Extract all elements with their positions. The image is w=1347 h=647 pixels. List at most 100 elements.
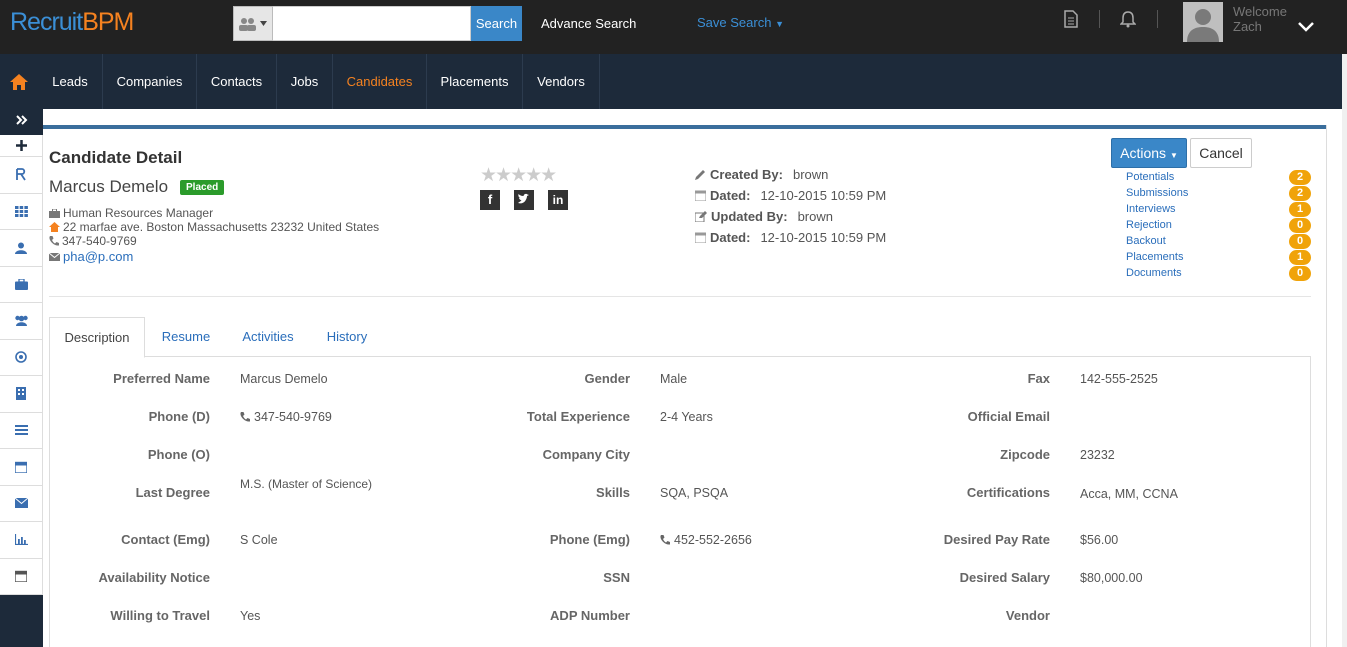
count-row-submissions: Submissions 2 (1126, 185, 1311, 201)
updated-date-value: 12-10-2015 10:59 PM (760, 230, 887, 245)
updated-by-label: Updated By: (711, 209, 788, 224)
field-label: Company City (542, 447, 630, 462)
job-title-line: Human Resources Manager (49, 206, 213, 220)
field-label: Desired Salary (959, 570, 1050, 585)
count-link[interactable]: Placements (1126, 251, 1183, 263)
count-badge: 2 (1289, 185, 1311, 201)
sidebar-item-target[interactable] (0, 339, 43, 376)
user-name: Zach (1233, 19, 1262, 34)
count-badge: 0 (1289, 265, 1311, 281)
bell-icon[interactable] (1120, 10, 1136, 28)
field-value: 452-552-2656 (674, 533, 752, 547)
sidebar-item-candidates[interactable] (0, 303, 43, 340)
nav-contacts[interactable]: Contacts (197, 54, 277, 109)
sidebar-item-jobs[interactable] (0, 266, 43, 303)
field-value: 142-555-2525 (1080, 372, 1158, 386)
field-value: Acca, MM, CCNA (1080, 487, 1178, 501)
field-value: $56.00 (1080, 533, 1119, 547)
left-sidebar (0, 109, 43, 647)
tab-history[interactable]: History (309, 317, 385, 357)
created-by-line: Created By: brown (695, 167, 828, 182)
count-row-documents: Documents 0 (1126, 265, 1311, 281)
tab-resume[interactable]: Resume (145, 317, 227, 357)
facebook-icon[interactable]: f (480, 190, 500, 210)
search-button[interactable]: Search (471, 6, 522, 41)
updated-date-line: Dated: 12-10-2015 10:59 PM (695, 230, 886, 245)
panel-right-border (1326, 125, 1327, 647)
calendar-icon (695, 190, 706, 201)
phone-icon (240, 412, 250, 422)
field-label: Phone (Emg) (549, 532, 630, 547)
search-type-dropdown[interactable] (233, 6, 273, 41)
field-value: S Cole (240, 533, 278, 547)
sidebar-item-schedule[interactable] (0, 558, 43, 595)
field-label: Willing to Travel (110, 608, 210, 623)
tab-activities[interactable]: Activities (227, 317, 309, 357)
nav-placements[interactable]: Placements (427, 54, 523, 109)
app-logo[interactable]: RecruitBPM (10, 8, 134, 37)
nav-vendors[interactable]: Vendors (523, 54, 600, 109)
panel-top-border (43, 125, 1327, 129)
sidebar-item-reports[interactable] (0, 522, 43, 559)
count-link[interactable]: Rejection (1126, 219, 1172, 231)
linkedin-icon[interactable]: in (548, 190, 568, 210)
scrollbar[interactable] (1342, 54, 1347, 647)
field-label: Zipcode (1000, 447, 1050, 462)
advance-search-link[interactable]: Advance Search (541, 16, 636, 31)
nav-companies[interactable]: Companies (103, 54, 197, 109)
nav-leads[interactable]: Leads (38, 54, 103, 109)
target-icon (15, 351, 27, 364)
briefcase-icon (14, 278, 28, 290)
sidebar-item-calendar[interactable] (0, 449, 43, 486)
tab-description[interactable]: Description (49, 317, 145, 358)
sidebar-item-grid[interactable] (0, 193, 43, 230)
count-link[interactable]: Potentials (1126, 171, 1174, 183)
chevron-down-icon[interactable] (1298, 22, 1314, 32)
search-bar: Search (233, 6, 522, 41)
search-input[interactable] (273, 6, 471, 41)
sidebar-item-contacts[interactable] (0, 230, 43, 267)
sidebar-item-companies[interactable] (0, 376, 43, 413)
sidebar-add[interactable] (0, 135, 43, 157)
address-line: 22 marfae ave. Boston Massachusetts 2323… (49, 220, 379, 234)
pencil-icon (695, 170, 705, 180)
home-button[interactable] (0, 54, 38, 109)
actions-button[interactable]: Actions ▼ (1111, 138, 1187, 168)
twitter-icon[interactable] (514, 190, 534, 210)
calendar-icon (695, 232, 706, 243)
count-link[interactable]: Interviews (1126, 203, 1176, 215)
field-label: Gender (584, 371, 630, 386)
job-title: Human Resources Manager (63, 206, 214, 220)
dated-label: Dated: (710, 188, 751, 203)
nav-jobs[interactable]: Jobs (277, 54, 333, 109)
field-value-phone: 347-540-9769 (240, 410, 332, 424)
sidebar-item-dashboard[interactable] (0, 157, 43, 194)
field-label: Official Email (967, 409, 1050, 424)
cancel-button[interactable]: Cancel (1190, 138, 1252, 168)
divider (1099, 10, 1100, 28)
count-link[interactable]: Backout (1126, 235, 1166, 247)
avatar[interactable] (1183, 2, 1223, 42)
sidebar-item-mail[interactable] (0, 485, 43, 522)
count-row-interviews: Interviews 1 (1126, 201, 1311, 217)
candidate-name: Marcus Demelo (49, 177, 169, 196)
dashboard-icon (16, 168, 26, 181)
expand-sidebar-button[interactable] (0, 109, 43, 131)
users-icon (14, 315, 28, 327)
updated-by-value: brown (797, 209, 833, 224)
save-search-dropdown[interactable]: Save Search ▼ (697, 15, 784, 30)
sidebar-item-list[interactable] (0, 412, 43, 449)
count-badge: 1 (1289, 249, 1311, 265)
phone-icon (49, 236, 59, 246)
field-label: Fax (1027, 371, 1050, 386)
nav-candidates[interactable]: Candidates (333, 54, 427, 109)
star-rating[interactable]: ★★★★★ (480, 164, 557, 187)
count-link[interactable]: Documents (1126, 267, 1182, 279)
divider (49, 296, 1311, 297)
count-badge: 2 (1289, 169, 1311, 185)
envelope-icon (49, 252, 60, 261)
plus-icon (15, 140, 27, 151)
email-link[interactable]: pha@p.com (63, 249, 133, 264)
count-link[interactable]: Submissions (1126, 187, 1188, 199)
document-icon[interactable] (1064, 10, 1078, 28)
